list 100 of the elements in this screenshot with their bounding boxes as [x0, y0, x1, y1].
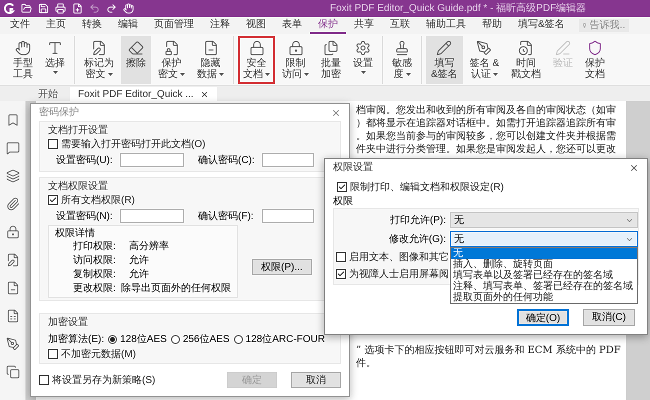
field-label: 加密算法(E):	[48, 332, 104, 346]
menu-tab[interactable]: 互联	[382, 17, 418, 34]
group-title: 文档权限设置	[48, 180, 109, 193]
ribbon-button[interactable]: 保护 密文	[153, 36, 190, 84]
menu-tab[interactable]: 视图	[238, 17, 274, 34]
password-field[interactable]	[120, 153, 184, 167]
ribbon-button[interactable]: 选择	[40, 36, 70, 84]
ribbon-button[interactable]: 手型 工具	[8, 36, 38, 84]
paperclip-icon[interactable]	[6, 197, 20, 211]
pen-line-icon	[555, 40, 572, 56]
ribbon-button[interactable]: 敏感 度	[387, 36, 417, 84]
menu-tab[interactable]: 辅助工具	[418, 17, 474, 34]
menu-tab[interactable]: 页面管理	[146, 17, 202, 34]
ribbon-button[interactable]: 标记为 密文	[79, 36, 119, 84]
close-icon[interactable]	[200, 90, 209, 98]
detail-value: 除导出页面外的任何权限	[121, 282, 231, 296]
close-icon[interactable]	[629, 162, 639, 172]
ribbon-button[interactable]: 批量 加密	[316, 36, 346, 84]
comment-icon[interactable]	[6, 141, 20, 155]
hand-icon[interactable]	[123, 3, 134, 14]
document-pen-icon[interactable]	[6, 253, 20, 267]
ribbon-button[interactable]: 安全 文档	[238, 36, 275, 84]
text-cursor-icon	[47, 40, 63, 56]
document-text: 件夹中进行分类管理。如果您是审阅发起人，您还可以更改	[356, 143, 617, 156]
caret-icon	[265, 72, 270, 76]
menu-tab[interactable]: 注释	[202, 17, 238, 34]
password-field[interactable]	[120, 209, 184, 223]
copy-icon[interactable]	[6, 365, 20, 379]
menu-tab[interactable]: 共享	[346, 17, 382, 34]
dropdown-option[interactable]: 插入、删除、旋转页面	[451, 259, 637, 270]
password-field[interactable]	[262, 209, 314, 223]
checkbox[interactable]	[48, 349, 58, 359]
pen-nib-icon[interactable]	[6, 337, 20, 351]
document-chart-icon[interactable]	[6, 309, 20, 323]
menu-tab[interactable]: 帮助	[474, 17, 510, 34]
permissions-button[interactable]: 权限(P)...	[252, 258, 312, 274]
dropdown-select[interactable]: 无	[450, 231, 638, 247]
ribbon-button[interactable]: 签名 & 认证	[464, 36, 504, 84]
stamp-icon	[394, 40, 410, 56]
dialog-button[interactable]: 取消	[291, 372, 341, 388]
bookmark-icon[interactable]	[6, 113, 20, 127]
document-tab[interactable]: 开始	[30, 87, 66, 101]
printer-icon[interactable]	[55, 3, 66, 14]
new-document-icon[interactable]	[72, 3, 83, 14]
password-field[interactable]	[262, 153, 314, 167]
dropdown-option[interactable]: 提取页面外的任何功能	[451, 292, 637, 303]
menu-tab[interactable]: 文件	[2, 17, 38, 34]
document-tab[interactable]: Foxit PDF Editor_Quick ...	[70, 87, 217, 101]
eraser-icon	[128, 40, 144, 56]
radio-button[interactable]	[234, 334, 243, 344]
radio-label: 256位AES	[182, 332, 230, 346]
layers-icon[interactable]	[6, 169, 20, 183]
dropdown-option[interactable]: 注释、填写表单、签署已经存在的签名域	[451, 281, 637, 292]
folder-icon[interactable]	[21, 3, 32, 14]
document-minus-icon[interactable]	[6, 281, 20, 295]
checkbox[interactable]	[337, 182, 347, 192]
radio-button[interactable]	[170, 334, 180, 344]
detail-label: 更改权限:	[73, 282, 117, 296]
checkbox[interactable]	[48, 139, 58, 149]
checkbox-label: 将设置另存为新策略(S)	[52, 374, 156, 388]
dropdown-select[interactable]: 无	[450, 212, 638, 228]
caret-icon	[180, 72, 185, 76]
lock-icon[interactable]	[6, 225, 20, 239]
document-lock-icon	[164, 40, 180, 56]
menu-tab[interactable]: 编辑	[110, 17, 146, 34]
field-label: 修改允许(G):	[388, 232, 447, 246]
ribbon-button[interactable]: 擦除	[121, 36, 151, 84]
menu-tab[interactable]: 表单	[274, 17, 310, 34]
radio-button[interactable]	[108, 334, 118, 344]
dialog-button[interactable]: 确定(O)	[517, 309, 569, 326]
caret-icon	[304, 72, 309, 76]
menu-tab[interactable]: 转换	[74, 17, 110, 34]
field-label: 设置密码(N):	[56, 210, 114, 224]
menu-tab[interactable]: 填写&签名	[510, 17, 573, 34]
ribbon-button[interactable]: 保护 文档	[580, 36, 610, 84]
caret-icon	[492, 72, 498, 76]
ribbon-button[interactable]: 设置	[348, 36, 378, 84]
field-label: 确认密码(C):	[198, 154, 256, 168]
documents-icon	[323, 40, 339, 56]
checkbox[interactable]	[336, 269, 346, 279]
checkbox[interactable]	[336, 252, 346, 262]
caret-icon	[406, 72, 410, 76]
ribbon-button[interactable]: 填写 &签名	[426, 36, 463, 84]
logo-icon	[4, 3, 15, 14]
ribbon-button[interactable]: 时间 戳文档	[506, 36, 546, 84]
redo-icon[interactable]	[106, 3, 117, 14]
ribbon-button[interactable]: 隐藏 数据	[192, 36, 229, 84]
dialog-button[interactable]: 取消(C)	[583, 309, 635, 326]
document-text: ” 选项卡下的相应按钮即可对云服务和 ECM 系统中的 PDF	[356, 344, 622, 357]
dropdown-option[interactable]: 无	[451, 248, 637, 259]
dropdown-option[interactable]: 填写表单以及签署已经存在的签名域	[451, 270, 637, 281]
document-text: 档审阅。您发出和收到的所有审阅及各自的审阅状态（如审	[356, 104, 617, 117]
dialog-title: 权限设置	[333, 160, 373, 175]
group-title: 文档打开设置	[48, 124, 109, 137]
ribbon-button[interactable]: 限制 访问	[277, 36, 314, 84]
checkbox[interactable]	[39, 375, 49, 385]
menu-tab[interactable]: 主页	[38, 17, 74, 34]
search-field[interactable]: 告诉我...	[578, 19, 629, 32]
save-icon[interactable]	[38, 3, 49, 14]
checkbox[interactable]	[48, 195, 58, 205]
